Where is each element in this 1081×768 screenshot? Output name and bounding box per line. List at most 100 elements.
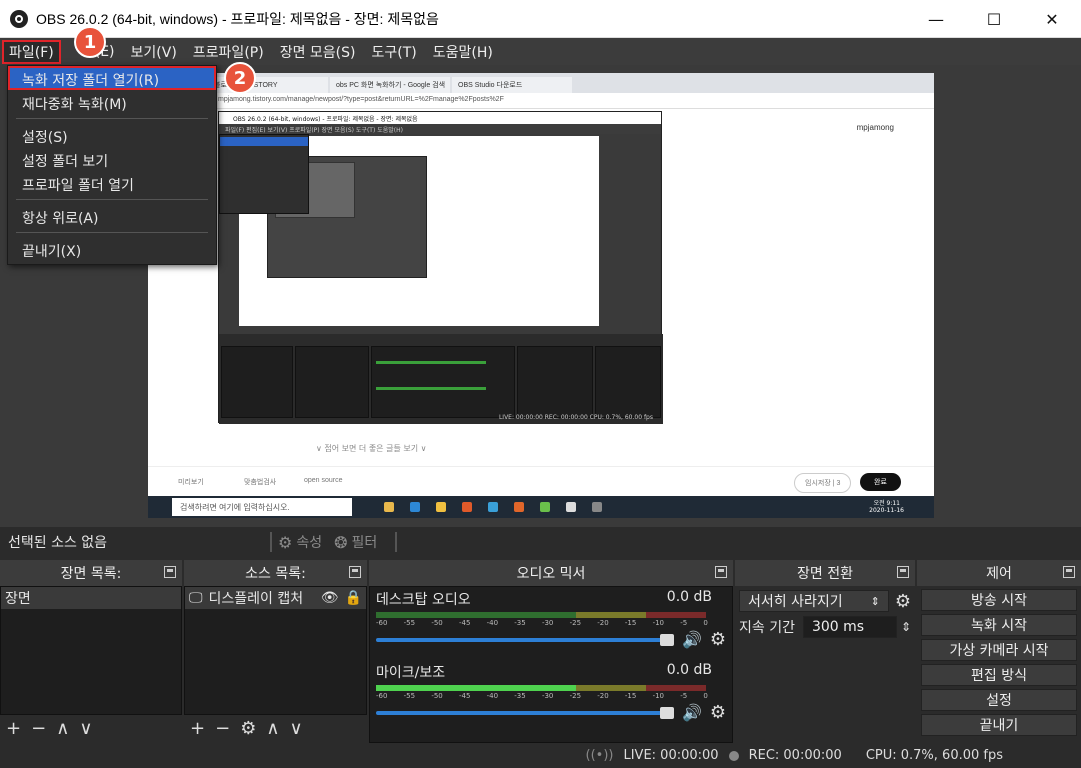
menu-remux-recordings[interactable]: 재다중화 녹화(M)	[8, 90, 216, 114]
cpu-status: CPU: 0.7%, 60.00 fps	[865, 748, 1003, 763]
preview-canvas[interactable]: 블로 날씨 | TISTORY obs PC 화면 녹화하기 - Google …	[148, 73, 934, 518]
slider-knob[interactable]	[659, 706, 674, 719]
footer-open-source: open source	[304, 477, 343, 484]
menu-always-on-top[interactable]: 항상 위로(A)	[8, 204, 216, 228]
add-icon[interactable]: +	[6, 718, 21, 739]
scenes-toolbar: + − ∧ ∨	[0, 715, 182, 741]
speaker-icon[interactable]: 🔊	[682, 630, 702, 649]
menu-separator	[16, 118, 208, 119]
channel-db: 0.0 dB	[666, 589, 712, 605]
lock-icon[interactable]: 🔒	[345, 590, 362, 606]
gear-icon[interactable]: ⚙	[240, 718, 256, 739]
duration-input[interactable]: 300 ms	[802, 616, 897, 638]
editor-footer: 미리보기 맞춤법검사 open source 임시저장 | 3 완료	[148, 466, 934, 496]
mixer-channel-desktop: 데스크탑 오디오 0.0 dB -60 -55 -50 -45 -40 -35 -30 -25…	[370, 587, 732, 652]
gear-icon[interactable]: ⚙	[895, 591, 911, 612]
scene-item[interactable]: 장면	[1, 587, 181, 609]
undock-icon[interactable]	[715, 566, 727, 578]
audio-mixer-panel: 데스크탑 오디오 0.0 dB -60 -55 -50 -45 -40 -35 -30 -25…	[369, 586, 733, 743]
menu-view[interactable]: 보기(V)	[123, 38, 185, 65]
filters-button[interactable]: ❂ 필터	[334, 532, 377, 552]
menu-open-recording-folder[interactable]: 녹화 저장 폴더 열기(R)	[8, 66, 216, 90]
stepper-icon[interactable]: ⇕	[901, 620, 911, 634]
properties-button[interactable]: ⚙ 속성	[278, 532, 322, 552]
start-streaming-button[interactable]: 방송 시작	[921, 589, 1077, 611]
menu-settings[interactable]: 설정(S)	[8, 123, 216, 147]
maximize-button[interactable]: ☐	[965, 0, 1023, 38]
live-icon: ((•))	[585, 748, 614, 763]
transitions-dock: 장면 전환 서서히 사라지기 ⇕ ⚙ 지속 기간 300 ms ⇕	[735, 560, 915, 743]
transitions-title-bar: 장면 전환	[735, 560, 915, 586]
undock-icon[interactable]	[164, 566, 176, 578]
audio-mixer-title: 오디오 믹서	[516, 566, 586, 582]
nested-panel	[371, 346, 515, 418]
menu-show-profile-folder[interactable]: 프로파일 폴더 열기	[8, 171, 216, 195]
source-name: 디스플레이 캡처	[208, 591, 304, 607]
start-virtual-camera-button[interactable]: 가상 카메라 시작	[921, 639, 1077, 661]
menu-show-settings-folder[interactable]: 설정 폴더 보기	[8, 147, 216, 171]
menu-profile[interactable]: 프로파일(P)	[185, 38, 272, 65]
menu-file[interactable]: 파일(F)	[2, 39, 61, 64]
nested-meter	[376, 361, 486, 364]
undock-icon[interactable]	[349, 566, 361, 578]
source-item[interactable]: 🖵 디스플레이 캡처 👁 🔒	[185, 587, 366, 609]
taskbar-app-icon	[566, 502, 576, 512]
rec-status: REC: 00:00:00	[748, 748, 842, 763]
audio-mixer-title-bar: 오디오 믹서	[369, 560, 733, 586]
menu-tools[interactable]: 도구(T)	[363, 38, 424, 65]
rec-indicator-icon	[728, 750, 739, 761]
move-down-icon[interactable]: ∨	[79, 718, 92, 739]
undock-icon[interactable]	[1063, 566, 1075, 578]
taskbar-app-icon	[514, 502, 524, 512]
gear-icon[interactable]: ⚙	[710, 702, 726, 723]
move-down-icon[interactable]: ∨	[290, 718, 303, 739]
taskbar-app-icon	[488, 502, 498, 512]
browser-tab: OBS Studio 다운로드	[452, 77, 572, 93]
menu-help[interactable]: 도움말(H)	[425, 38, 501, 65]
speaker-icon[interactable]: 🔊	[682, 703, 702, 722]
undock-icon[interactable]	[897, 566, 909, 578]
menu-exit[interactable]: 끝내기(X)	[8, 237, 216, 261]
transition-select[interactable]: 서서히 사라지기 ⇕	[739, 590, 889, 612]
step-badge-2: 2	[224, 62, 256, 94]
close-button[interactable]: ✕	[1023, 0, 1081, 38]
volume-slider[interactable]	[376, 633, 674, 646]
volume-slider[interactable]	[376, 706, 674, 719]
start-recording-button[interactable]: 녹화 시작	[921, 614, 1077, 636]
nested-panel	[517, 346, 593, 418]
gear-icon: ⚙	[278, 532, 293, 552]
scenes-list[interactable]: 장면	[0, 586, 182, 715]
scenes-title: 장면 목록:	[60, 566, 122, 582]
eye-icon[interactable]: 👁	[321, 590, 339, 606]
nested-menu: 파일(F) 편집(E) 보기(V) 프로파일(P) 장면 모음(S) 도구(T)…	[219, 124, 661, 134]
add-icon[interactable]: +	[190, 718, 205, 739]
settings-button[interactable]: 설정	[921, 689, 1077, 711]
footer-preview: 미리보기	[178, 479, 204, 486]
minimize-button[interactable]: —	[907, 0, 965, 38]
move-up-icon[interactable]: ∧	[56, 718, 69, 739]
menu-separator	[16, 232, 208, 233]
obs-logo-icon	[10, 9, 28, 28]
channel-db: 0.0 dB	[666, 662, 712, 678]
studio-mode-button[interactable]: 편집 방식	[921, 664, 1077, 686]
site-name: mpjamong	[856, 123, 894, 132]
sources-title: 소스 목록:	[245, 566, 306, 582]
mixer-channel-mic: 마이크/보조 0.0 dB -60 -55 -50 -45 -40 -35 -30 -25 -2…	[370, 660, 732, 725]
filter-icon: ❂	[334, 532, 348, 552]
no-source-label: 선택된 소스 없음	[8, 535, 108, 551]
meter-scale: -60 -55 -50 -45 -40 -35 -30 -25 -20 -15 -10 -5 0	[376, 692, 708, 700]
scenes-dock-title: 장면 목록:	[0, 560, 182, 586]
exit-button[interactable]: 끝내기	[921, 714, 1077, 736]
slider-knob[interactable]	[659, 633, 674, 646]
move-up-icon[interactable]: ∧	[266, 718, 279, 739]
menu-scene-collection[interactable]: 장면 모음(S)	[272, 38, 364, 65]
remove-icon[interactable]: −	[31, 718, 46, 739]
controls-dock: 제어 방송 시작 녹화 시작 가상 카메라 시작 편집 방식 설정 끝내기	[917, 560, 1081, 743]
volume-meter	[376, 612, 726, 618]
status-bar: ((•)) LIVE: 00:00:00 REC: 00:00:00 CPU: …	[0, 743, 1081, 768]
nested-title: OBS 26.0.2 (64-bit, windows) - 프로파일: 제목없…	[219, 112, 661, 124]
nested-panel	[295, 346, 369, 418]
gear-icon[interactable]: ⚙	[710, 629, 726, 650]
remove-icon[interactable]: −	[215, 718, 230, 739]
sources-list[interactable]: 🖵 디스플레이 캡처 👁 🔒	[184, 586, 367, 715]
